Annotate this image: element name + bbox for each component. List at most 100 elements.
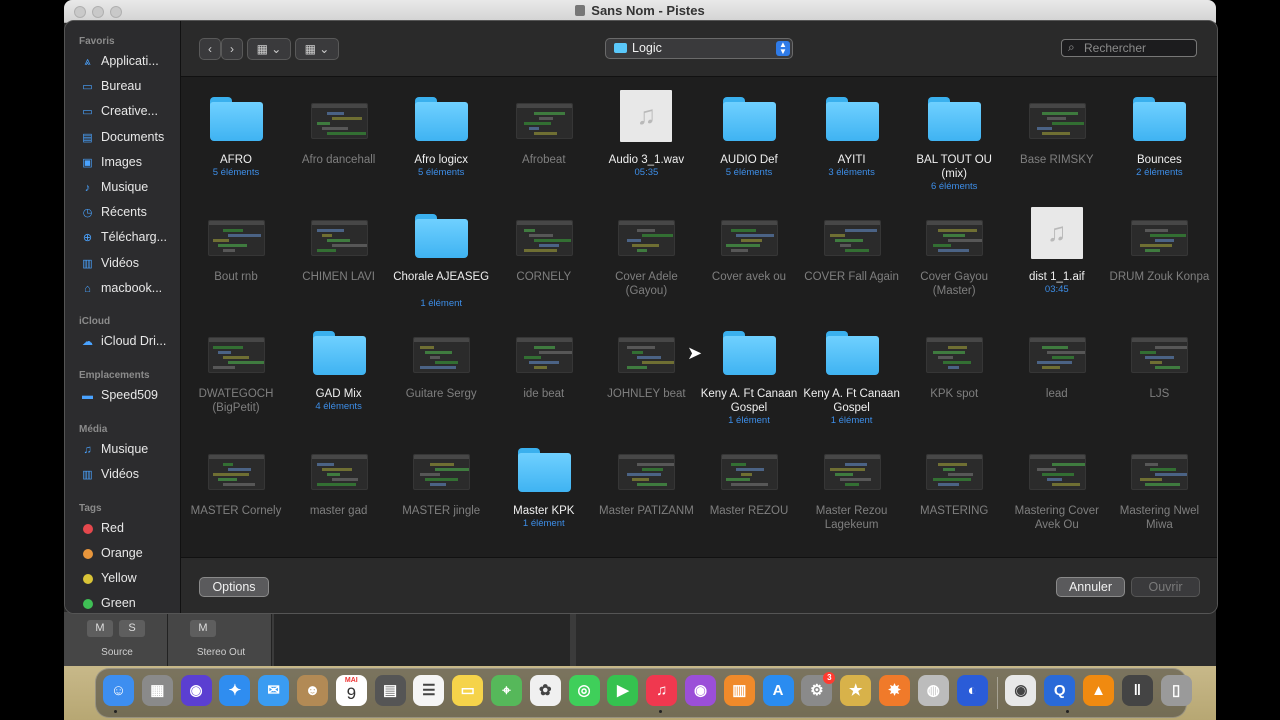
logic-project-item[interactable]: Cover avek ou (699, 204, 799, 314)
folder-item[interactable]: GAD Mix 4 éléments (289, 321, 389, 431)
solo-button[interactable]: S (119, 620, 145, 637)
logic-project-item[interactable]: KPK spot (904, 321, 1004, 431)
trash-icon[interactable]: ▯ (1160, 675, 1192, 706)
sidebar-item-vidéos[interactable]: ▥ Vidéos (79, 466, 179, 486)
sidebar-item-macbook[interactable]: ⌂ macbook... (79, 280, 179, 300)
sidebar-item-télécharg[interactable]: ⊕ Télécharg... (79, 229, 179, 249)
logic-project-item[interactable]: Master Rezou Lagekeum (802, 438, 902, 548)
tag-orange[interactable]: Orange (79, 545, 179, 565)
logic-project-item[interactable]: master gad (289, 438, 389, 548)
logic-project-item[interactable]: DWATEGOCH (BigPetit) (186, 321, 286, 431)
location-popup[interactable]: Logic ▲ ▼ (605, 38, 793, 59)
logic-project-item[interactable]: COVER Fall Again (802, 204, 902, 314)
open-button[interactable]: Ouvrir (1131, 577, 1200, 597)
sidebar-item-images[interactable]: ▣ Images (79, 154, 179, 174)
logic-project-item[interactable]: CORNELY (494, 204, 594, 314)
sidebar-item-applicati[interactable]: ⩓ Applicati... (79, 53, 179, 73)
sidebar-item-musique[interactable]: ♫ Musique (79, 441, 179, 461)
siri-icon[interactable]: ◉ (180, 675, 212, 706)
system-preferences-icon[interactable]: ⚙ 3 (801, 672, 836, 706)
logic-project-item[interactable]: Afrobeat (494, 87, 594, 197)
facetime-icon[interactable]: ▶ (607, 675, 639, 706)
folder-item[interactable]: AUDIO Def 5 éléments (699, 87, 799, 197)
sidebar-item-récents[interactable]: ◷ Récents (79, 204, 179, 224)
logic-project-item[interactable]: lead (1007, 321, 1107, 431)
sidebar-item-documents[interactable]: ▤ Documents (79, 129, 179, 149)
logic-project-item[interactable]: MASTERING (904, 438, 1004, 548)
logic-project-item[interactable]: Cover Gayou (Master) (904, 204, 1004, 314)
tag-red[interactable]: Red (79, 520, 179, 540)
back-button[interactable]: ‹ (199, 38, 221, 60)
folder-item[interactable]: Master KPK 1 élément (494, 438, 594, 548)
calendar-icon[interactable]: MAI 9 (335, 675, 367, 706)
tag-green[interactable]: Green (79, 595, 179, 613)
sidebar-item-speed[interactable]: ▬ Speed509 (79, 387, 179, 407)
sidebar-item-vidéos[interactable]: ▥ Vidéos (79, 255, 179, 275)
launchpad-icon[interactable]: ▦ (141, 675, 173, 706)
search-field[interactable]: ⌕ (1061, 39, 1197, 57)
minimized-window-icon[interactable]: ‖ (1121, 675, 1153, 706)
photos-icon[interactable]: ✿ (529, 675, 561, 706)
view-mode-button[interactable]: ▦ ⌄ (247, 38, 291, 60)
contacts-icon[interactable]: ☻ (297, 675, 328, 706)
folder-item[interactable]: BAL TOUT OU (mix) 6 éléments (904, 87, 1004, 197)
sidebar-item-bureau[interactable]: ▭ Bureau (79, 78, 179, 98)
sidebar-item-iclouddri[interactable]: ☁ iCloud Dri... (79, 333, 179, 353)
logic-project-item[interactable]: Master PATIZANM (596, 438, 696, 548)
notes-icon[interactable]: ▭ (452, 675, 484, 706)
logic-pro-icon[interactable]: ◍ (917, 675, 949, 706)
maps-icon[interactable]: ⌖ (491, 675, 522, 706)
logic-project-item[interactable]: Mastering Cover Avek Ou (1007, 438, 1107, 548)
reminders-icon[interactable]: ☰ (413, 675, 445, 706)
folder-item[interactable]: Bounces 2 éléments (1109, 87, 1209, 197)
logic-project-item[interactable]: Master REZOU (699, 438, 799, 548)
search-input[interactable] (1084, 40, 1192, 56)
logic-project-item[interactable]: Base RIMSKY (1007, 87, 1107, 197)
forward-button[interactable]: › (221, 38, 243, 60)
logic-project-item[interactable]: CHIMEN LAVI (289, 204, 389, 314)
folder-item[interactable]: Keny A. Ft Canaan Gospel 1 élément (802, 321, 902, 431)
books-icon[interactable]: ▥ (723, 675, 755, 706)
logic-project-item[interactable]: Bout rnb (186, 204, 286, 314)
logic-project-item[interactable]: Mastering Nwel Miwa (1109, 438, 1209, 548)
logic-project-item[interactable]: ide beat (494, 321, 594, 431)
stereo-out-mute-button[interactable]: M (190, 620, 216, 637)
logic-project-item[interactable]: MASTER Cornely (186, 438, 286, 548)
cancel-button[interactable]: Annuler (1056, 577, 1125, 597)
logic-project-item[interactable]: MASTER jingle (391, 438, 491, 548)
folder-item[interactable]: Keny A. Ft Canaan Gospel 1 élément (699, 321, 799, 431)
sidebar-item-musique[interactable]: ♪ Musique (79, 179, 179, 199)
tag-color-dot-icon (83, 574, 93, 584)
audio-file-item[interactable]: ♫ dist 1_1.aif 03:45 (1007, 204, 1107, 314)
sidebar-item-creative[interactable]: ▭ Creative... (79, 103, 179, 123)
app-store-icon[interactable]: A (762, 675, 794, 706)
group-button[interactable]: ▦ ⌄ (295, 38, 339, 60)
logic-project-item[interactable]: DRUM Zouk Konpa (1109, 204, 1209, 314)
vlc-icon[interactable]: ▲ (1083, 675, 1114, 706)
folder-item[interactable]: AYITI 3 éléments (802, 87, 902, 197)
logic-project-item[interactable]: Guitare Sergy (391, 321, 491, 431)
audio-file-item[interactable]: ♫ Audio 3_1.wav 05:35 (596, 87, 696, 197)
logic-project-item[interactable]: Cover Adele (Gayou) (596, 204, 696, 314)
logic-project-item[interactable]: JOHNLEY beat (596, 321, 696, 431)
folder-item[interactable]: AFRO 5 éléments (186, 87, 286, 197)
safari-icon[interactable]: ✦ (219, 675, 251, 706)
calculator-icon[interactable]: ▤ (374, 675, 406, 706)
drv-icon[interactable]: ◐ (956, 675, 988, 706)
chrome-icon[interactable]: ◉ (1005, 675, 1037, 706)
folder-item[interactable]: Chorale AJEASEG 1 élément (391, 204, 491, 314)
finder-icon[interactable]: ☺ (103, 675, 134, 706)
mute-button[interactable]: M (87, 620, 113, 637)
podcasts-icon[interactable]: ◉ (685, 675, 716, 706)
logic-project-item[interactable]: Afro dancehall (289, 87, 389, 197)
tag-yellow[interactable]: Yellow (79, 570, 179, 590)
folder-item[interactable]: Afro logicx 5 éléments (391, 87, 491, 197)
mail-icon[interactable]: ✉ (258, 675, 290, 706)
photo-booth-icon[interactable]: ★ (840, 675, 872, 706)
messages-icon[interactable]: ◎ (568, 675, 600, 706)
logic-project-item[interactable]: LJS (1109, 321, 1209, 431)
quicktime-icon[interactable]: Q (1044, 675, 1076, 706)
fl-studio-icon[interactable]: ✸ (879, 675, 910, 706)
music-icon[interactable]: ♫ (646, 675, 678, 706)
options-button[interactable]: Options (199, 577, 269, 597)
